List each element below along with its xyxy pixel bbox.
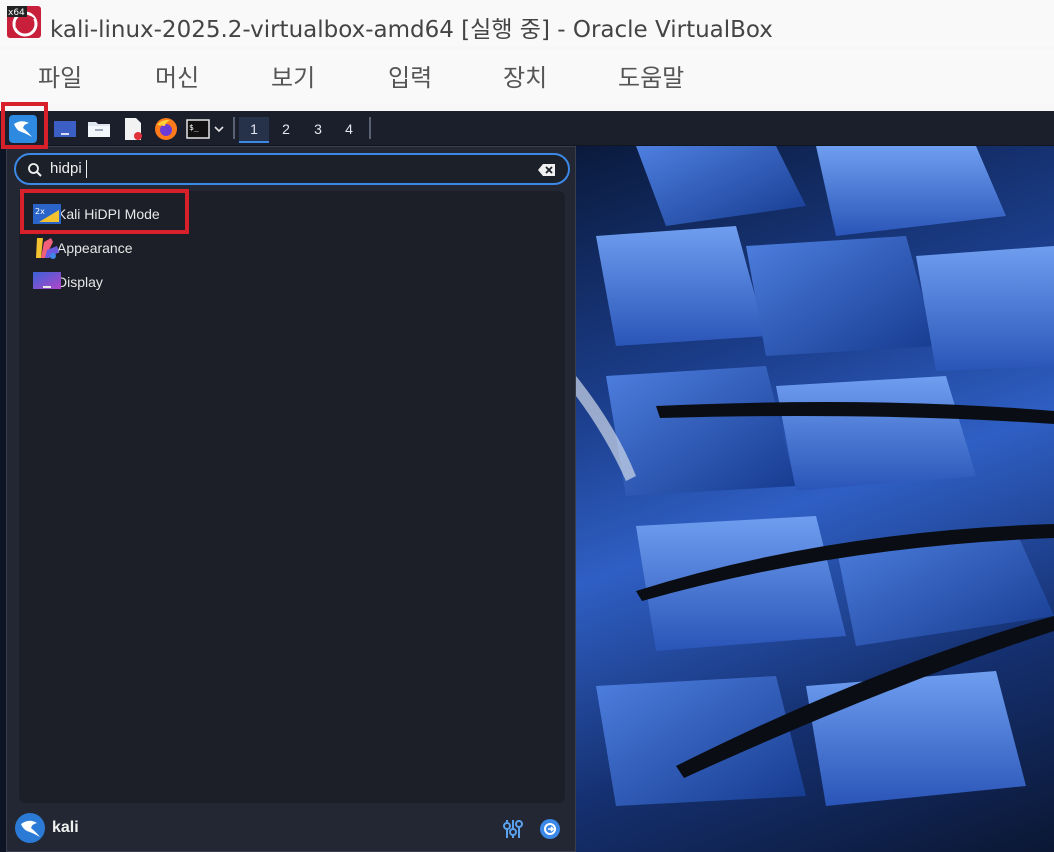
search-results: 2x Kali HiDPI Mode Appearance Display [19,191,565,803]
result-display[interactable]: Display [25,267,245,297]
menu-file[interactable]: 파일 [38,58,82,93]
panel-separator [233,117,235,139]
menu-footer: kali [7,807,575,851]
virtualbox-logo-icon: x64 [7,6,41,38]
workspace-1[interactable]: 1 [239,117,269,143]
show-desktop-button[interactable] [52,114,78,144]
menu-devices[interactable]: 장치 [503,58,547,93]
menu-view[interactable]: 보기 [271,58,315,93]
window-titlebar: x64 kali-linux-2025.2-virtualbox-amd64 [… [0,0,1054,46]
appearance-icon [36,238,59,259]
workspace-4[interactable]: 4 [334,117,364,143]
text-editor-icon [125,118,142,140]
menu-input[interactable]: 입력 [388,58,432,93]
highlight-box-hidpi-result [20,189,189,234]
search-input[interactable]: hidpi [50,160,82,177]
clear-search-icon[interactable] [538,163,556,177]
text-editor-button[interactable] [120,114,146,144]
display-icon [33,272,61,289]
menu-help[interactable]: 도움말 [618,58,684,93]
svg-text:x64: x64 [8,8,25,18]
search-field[interactable]: hidpi [14,153,570,185]
text-cursor [86,160,87,178]
workspace-2[interactable]: 2 [271,117,301,143]
desktop-icon [54,121,76,137]
highlight-box-menu-button [1,102,48,149]
file-manager-icon [88,122,110,137]
kali-dragon-icon [21,820,40,837]
result-label: Appearance [57,240,133,256]
desktop-wallpaper[interactable] [576,146,1054,852]
result-appearance[interactable]: Appearance [25,233,245,263]
settings-manager-icon[interactable] [502,818,524,840]
top-panel: $_ 1 2 3 4 [0,111,1054,146]
terminal-icon: $_ [186,119,210,139]
workspace-3[interactable]: 3 [303,117,333,143]
terminal-dropdown-button[interactable] [212,114,226,144]
chevron-down-icon [214,126,224,133]
firefox-icon [155,118,177,140]
user-name: kali [52,819,79,836]
file-manager-button[interactable] [86,114,112,144]
menu-machine[interactable]: 머신 [155,58,199,93]
window-title: kali-linux-2025.2-virtualbox-amd64 [실행 중… [50,17,773,43]
result-label: Display [57,274,103,290]
logout-icon[interactable] [539,818,561,840]
terminal-button[interactable]: $_ [185,114,211,144]
menubar: 파일 머신 보기 입력 장치 도움말 [0,50,1054,104]
firefox-button[interactable] [152,114,180,144]
svg-text:$_: $_ [189,123,199,132]
panel-separator [369,117,371,139]
search-icon [28,163,42,177]
application-menu: hidpi 2x Kali HiDPI Mode Appearance Disp… [6,146,576,852]
user-avatar[interactable] [15,813,45,843]
